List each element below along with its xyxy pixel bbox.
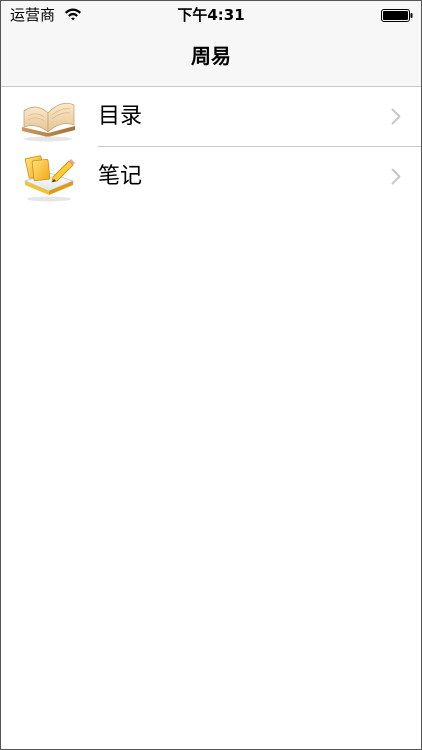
status-time: 下午4:31 [177, 6, 245, 24]
battery-icon [381, 9, 413, 22]
app-screen: 运营商 下午4:31 周易 目录 笔记 [0, 0, 422, 750]
list-item-label: 笔记 [98, 164, 143, 189]
list-item-catalog[interactable]: 目录 [1, 87, 421, 147]
chevron-right-icon [391, 168, 401, 185]
navigation-bar: 周易 [1, 29, 421, 87]
notes-pencil-icon [23, 155, 75, 202]
status-bar: 运营商 下午4:31 [1, 1, 421, 29]
open-book-icon [22, 102, 75, 142]
list-item-label: 目录 [98, 104, 143, 129]
chevron-right-icon [391, 108, 401, 125]
list-item-notes[interactable]: 笔记 [1, 147, 421, 207]
menu-list: 目录 笔记 [1, 87, 421, 207]
page-title: 周易 [191, 44, 231, 68]
